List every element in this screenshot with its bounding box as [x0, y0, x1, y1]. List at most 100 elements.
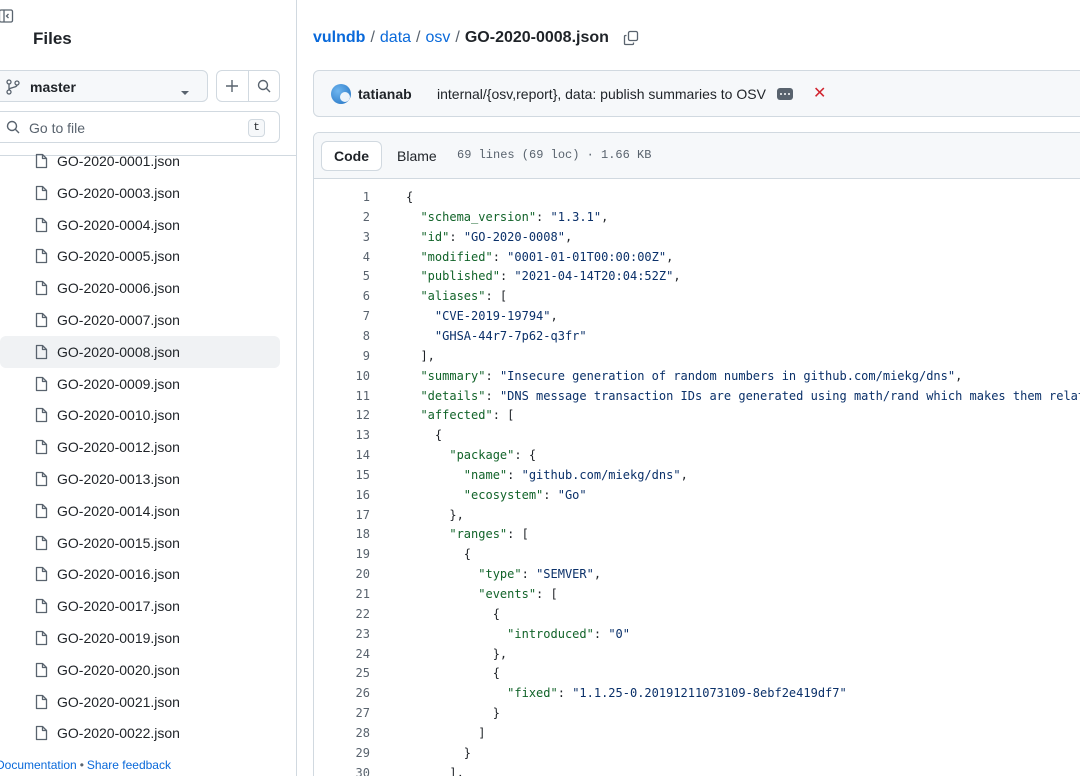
- file-tree-item[interactable]: GO-2020-0010.json: [0, 399, 280, 431]
- file-name: GO-2020-0019.json: [57, 630, 180, 646]
- code-line: 8 "GHSA-44r7-7p62-q3fr": [314, 326, 1080, 346]
- file-tree-item[interactable]: GO-2020-0004.json: [0, 209, 280, 241]
- line-number[interactable]: 25: [314, 663, 370, 683]
- file-tree-item[interactable]: GO-2020-0017.json: [0, 590, 280, 622]
- file-tree-item[interactable]: GO-2020-0015.json: [0, 527, 280, 559]
- line-number[interactable]: 19: [314, 544, 370, 564]
- file-list: GO-2020-0001.json GO-2020-0003.json GO-202…: [0, 145, 296, 751]
- add-file-button[interactable]: [217, 71, 248, 101]
- code-line: 2 "schema_version": "1.3.1",: [314, 207, 1080, 227]
- line-number[interactable]: 9: [314, 346, 370, 366]
- documentation-link[interactable]: Documentation: [0, 758, 77, 772]
- line-content: "GHSA-44r7-7p62-q3fr": [434, 328, 587, 343]
- file-icon: [34, 630, 48, 651]
- line-number[interactable]: 15: [314, 465, 370, 485]
- line-number[interactable]: 22: [314, 604, 370, 624]
- file-name: GO-2020-0014.json: [57, 502, 180, 519]
- file-name: GO-2020-0005.json: [57, 248, 180, 265]
- file-tree-item[interactable]: GO-2020-0003.json: [0, 177, 280, 209]
- code-line: 1{: [314, 187, 1080, 207]
- line-number[interactable]: 29: [314, 743, 370, 763]
- file-tree-item[interactable]: GO-2020-0009.json: [0, 368, 280, 400]
- line-number[interactable]: 23: [314, 624, 370, 644]
- plus-icon: [226, 80, 239, 92]
- line-number[interactable]: 8: [314, 326, 370, 346]
- file-tree-item[interactable]: GO-2020-0016.json: [0, 558, 280, 590]
- file-name: GO-2020-0008.json: [57, 343, 180, 360]
- line-number[interactable]: 24: [314, 644, 370, 664]
- code-line: 27 }: [314, 703, 1080, 723]
- line-number[interactable]: 27: [314, 703, 370, 723]
- code-tab[interactable]: Code: [321, 141, 382, 171]
- code-line: 7 "CVE-2019-19794",: [314, 306, 1080, 326]
- line-number[interactable]: 1: [314, 187, 370, 207]
- copy-path-icon[interactable]: [623, 30, 639, 46]
- breadcrumb-repo-link[interactable]: vulndb: [313, 29, 365, 47]
- breadcrumb-osv-link[interactable]: osv: [425, 29, 450, 47]
- line-number[interactable]: 6: [314, 286, 370, 306]
- line-number[interactable]: 7: [314, 306, 370, 326]
- line-number[interactable]: 4: [314, 247, 370, 267]
- code-line: 24 },: [314, 644, 1080, 664]
- code-line: 17 },: [314, 505, 1080, 525]
- breadcrumb-data-link[interactable]: data: [380, 29, 411, 47]
- line-content: "id": "GO-2020-0008",: [420, 229, 573, 244]
- line-content: {: [406, 190, 414, 204]
- file-icon: [34, 248, 48, 269]
- code-line: 9 ],: [314, 346, 1080, 366]
- line-number[interactable]: 30: [314, 763, 370, 776]
- file-tree-item[interactable]: GO-2020-0014.json: [0, 495, 280, 527]
- line-number[interactable]: 21: [314, 584, 370, 604]
- line-number[interactable]: 5: [314, 266, 370, 286]
- code-line: 3 "id": "GO-2020-0008",: [314, 227, 1080, 247]
- avatar[interactable]: [331, 84, 351, 104]
- line-number[interactable]: 17: [314, 505, 370, 525]
- blame-tab[interactable]: Blame: [384, 141, 450, 171]
- code-line: 4 "modified": "0001-01-01T00:00:00Z",: [314, 247, 1080, 267]
- code-line: 25 {: [314, 663, 1080, 683]
- line-number[interactable]: 14: [314, 445, 370, 465]
- file-tree-item[interactable]: GO-2020-0020.json: [0, 654, 280, 686]
- file-icon: [34, 185, 48, 206]
- line-number[interactable]: 3: [314, 227, 370, 247]
- line-number[interactable]: 10: [314, 366, 370, 386]
- line-number[interactable]: 2: [314, 207, 370, 227]
- line-number[interactable]: 26: [314, 683, 370, 703]
- file-tree-item[interactable]: GO-2020-0001.json: [0, 145, 280, 177]
- line-number[interactable]: 20: [314, 564, 370, 584]
- line-content: ],: [406, 765, 464, 776]
- file-tree-item[interactable]: GO-2020-0008.json: [0, 335, 280, 368]
- file-tree-item[interactable]: GO-2020-0005.json: [0, 240, 280, 272]
- line-number[interactable]: 11: [314, 386, 370, 406]
- file-tree-item[interactable]: GO-2020-0022.json: [0, 717, 280, 749]
- go-to-file-input[interactable]: [29, 118, 229, 138]
- line-number[interactable]: 12: [314, 405, 370, 425]
- branch-selector-button[interactable]: master: [0, 70, 208, 102]
- line-content: "fixed": "1.1.25-0.20191211073109-8ebf2e…: [507, 686, 847, 701]
- search-icon: [257, 79, 271, 93]
- git-branch-icon: [6, 79, 20, 100]
- sidebar-footer: Documentation • Share feedback: [0, 758, 171, 772]
- file-tree-item[interactable]: GO-2020-0013.json: [0, 463, 280, 495]
- file-tree-item[interactable]: GO-2020-0019.json: [0, 622, 280, 654]
- file-tree-item[interactable]: GO-2020-0021.json: [0, 686, 280, 718]
- file-tree-item[interactable]: GO-2020-0012.json: [0, 431, 280, 463]
- line-number[interactable]: 13: [314, 425, 370, 445]
- check-failed-icon[interactable]: ✕: [813, 83, 826, 103]
- file-tree-item[interactable]: GO-2020-0007.json: [0, 304, 280, 336]
- code-line: 5 "published": "2021-04-14T20:04:52Z",: [314, 266, 1080, 286]
- line-number[interactable]: 16: [314, 485, 370, 505]
- search-files-button[interactable]: [247, 71, 279, 101]
- file-tree-item[interactable]: GO-2020-0006.json: [0, 272, 280, 304]
- footer-separator: •: [79, 758, 84, 772]
- expand-commit-message-button[interactable]: [777, 88, 793, 100]
- file-name: GO-2020-0017.json: [57, 598, 180, 615]
- file-name: GO-2020-0022.json: [57, 725, 180, 742]
- line-number[interactable]: 28: [314, 723, 370, 743]
- code-line: 16 "ecosystem": "Go": [314, 485, 1080, 505]
- commit-author-link[interactable]: tatianab: [358, 86, 412, 102]
- commit-message-link[interactable]: internal/{osv,report}, data: publish sum…: [437, 86, 766, 102]
- share-feedback-link[interactable]: Share feedback: [87, 758, 171, 772]
- file-icon: [34, 153, 48, 174]
- line-number[interactable]: 18: [314, 524, 370, 544]
